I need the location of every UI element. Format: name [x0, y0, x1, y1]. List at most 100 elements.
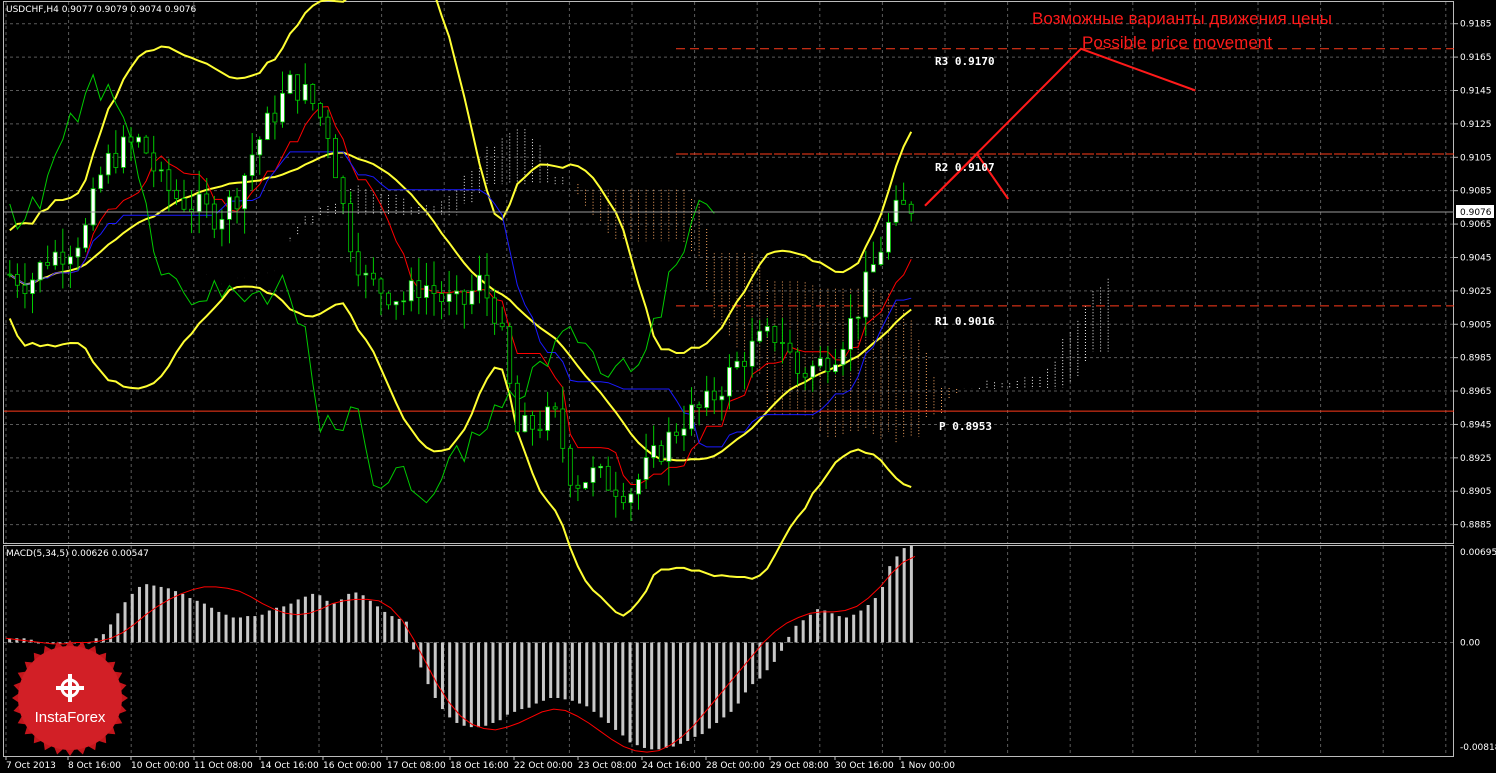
candle-body [749, 340, 755, 367]
candle-body [121, 136, 126, 168]
macd-bar [837, 616, 841, 643]
ichimoku-tenkan [9, 106, 912, 485]
candle-body [287, 74, 293, 94]
candle-body [886, 221, 891, 253]
time-tick-label: 1 Nov 00:00 [900, 761, 955, 771]
candle-body [522, 415, 528, 433]
macd-bar [700, 642, 704, 735]
candle-body [431, 285, 437, 294]
candle-body [825, 358, 831, 373]
candle-body [795, 351, 800, 374]
time-tick-label: 14 Oct 16:00 [260, 761, 319, 771]
macd-bar [722, 642, 726, 718]
macd-bar [751, 642, 755, 685]
projection-path-1 [924, 47, 1196, 207]
macd-bar [491, 642, 495, 723]
macd-bar [224, 614, 228, 643]
macd-bar [679, 642, 683, 744]
macd-bar [780, 642, 784, 651]
candle-body [787, 342, 793, 353]
candle-body [370, 272, 376, 280]
macd-bar [462, 642, 466, 726]
macd-bar [202, 603, 206, 643]
macd-bar [881, 586, 885, 643]
candle-body [424, 285, 429, 298]
price-tick-label: 0.9005 [1460, 320, 1492, 330]
candle-body [878, 251, 884, 265]
pivot-label-p: P 0.8953 [939, 420, 992, 433]
macd-bar [650, 642, 654, 750]
macd-bar [368, 600, 372, 643]
macd-bar [109, 624, 113, 643]
macd-bar [137, 586, 141, 643]
macd-bar [484, 642, 488, 726]
current-price-label: 0.9076 [1460, 208, 1492, 218]
candle-body [317, 103, 323, 118]
macd-bar [707, 642, 711, 729]
candle-body [242, 175, 248, 210]
macd-bar [541, 642, 545, 701]
candle-body [310, 84, 316, 104]
macd-bar [801, 620, 805, 643]
macd-bar [275, 607, 279, 643]
candle-body [583, 482, 588, 489]
macd-bar [534, 642, 538, 704]
candle-body [689, 404, 694, 430]
candle-body [764, 326, 770, 332]
candle-body [227, 196, 232, 220]
candle-body [105, 152, 111, 176]
candle-body [575, 484, 581, 489]
time-tick-label: 28 Oct 00:00 [706, 761, 765, 771]
candle-body [151, 152, 157, 172]
macd-bar [808, 614, 812, 643]
time-tick-label: 8 Oct 16:00 [68, 761, 121, 771]
macd-bar [116, 613, 120, 643]
candle-body [90, 188, 96, 226]
macd-bar [513, 642, 517, 712]
macd-bar [844, 617, 848, 643]
macd-bar [743, 642, 747, 693]
candle-body [363, 272, 369, 276]
macd-bar [311, 593, 315, 643]
candle-body [757, 330, 763, 342]
macd-bar [527, 642, 531, 708]
trading-chart: 0.9185 0.9165 0.9145 0.9125 0.9105 0.9085 0.90… [3, 0, 1496, 771]
macd-bar [181, 593, 185, 643]
candle-body [810, 365, 816, 378]
candle-body [560, 408, 566, 449]
macd-bar [888, 566, 892, 643]
candle-body [333, 137, 338, 179]
candle-body [499, 322, 505, 328]
candle-body [128, 136, 134, 143]
macd-bar [303, 596, 307, 643]
macd-bar [642, 642, 646, 748]
price-tick-label: 0.9025 [1460, 287, 1492, 297]
candle-body [166, 169, 172, 191]
time-tick-label: 29 Oct 08:00 [770, 761, 829, 771]
macd-bar [217, 611, 221, 643]
candle-body [855, 316, 861, 319]
macd-bar [816, 609, 820, 643]
candle-body [30, 279, 35, 294]
macd-bar [599, 642, 603, 718]
candle-body [75, 247, 81, 258]
candle-body [901, 199, 907, 205]
candle-body [249, 154, 255, 176]
time-tick-label: 18 Oct 16:00 [450, 761, 509, 771]
macd-bar [657, 642, 661, 750]
macd-bar [686, 642, 690, 742]
macd-bar [859, 610, 863, 643]
candle-body [530, 415, 535, 430]
macd-bar [772, 642, 776, 662]
candle-body [7, 273, 13, 276]
time-tick-label: 30 Oct 16:00 [835, 761, 894, 771]
candle-body [734, 360, 740, 368]
macd-bar [823, 610, 827, 643]
price-tick-label: 0.9125 [1460, 120, 1492, 130]
candle-body [727, 366, 732, 397]
candle-body [378, 278, 384, 294]
macd-bar [469, 642, 473, 728]
candle-body [651, 445, 657, 458]
candle-body [613, 489, 619, 497]
candle-body [295, 74, 301, 101]
